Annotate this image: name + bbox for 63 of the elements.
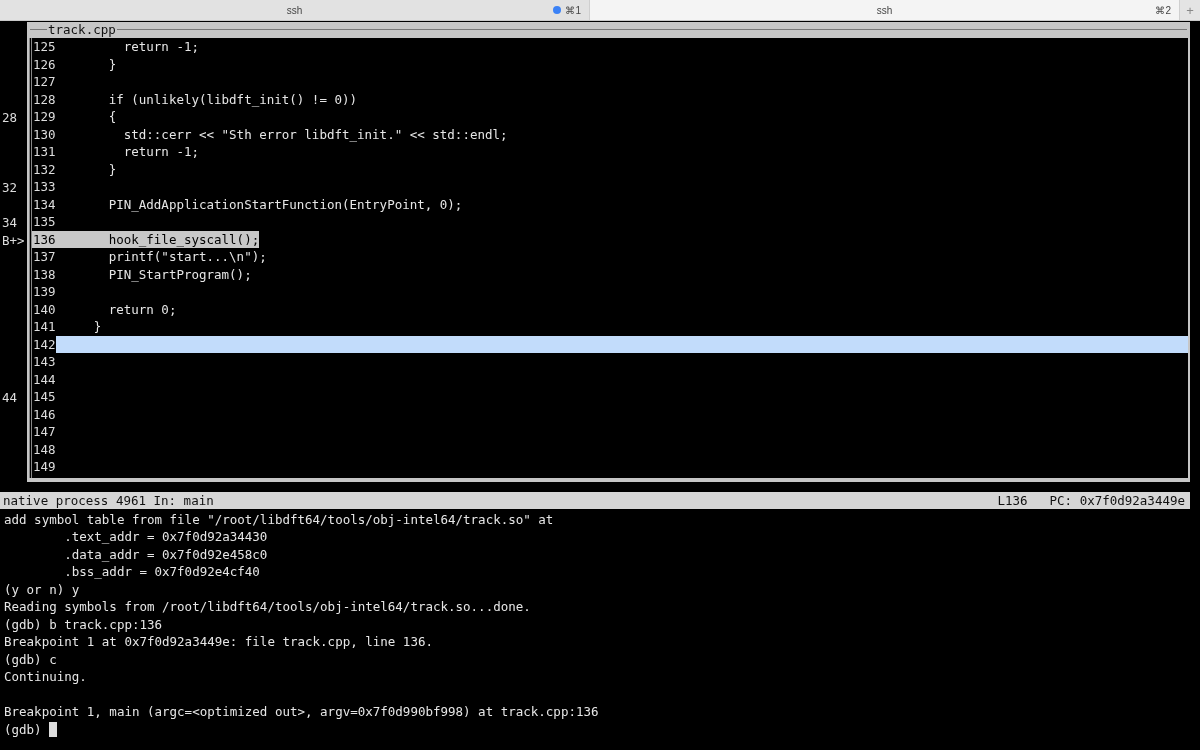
line-number: 146 xyxy=(32,405,56,423)
line-number: 145 xyxy=(32,388,56,406)
line-number: 131 xyxy=(32,143,56,161)
pc-address: PC: 0x7f0d92a3449e xyxy=(1049,492,1185,508)
source-file-title: track.cpp xyxy=(47,23,117,37)
gutter-marker: 32 xyxy=(2,180,18,195)
tab-shortcut: ⌘2 xyxy=(1155,4,1171,16)
process-status: native process 4961 In: main xyxy=(3,492,214,508)
line-number: 142 xyxy=(32,335,56,353)
line-number: 136 xyxy=(32,230,56,248)
console-line: .bss_addr = 0x7f0d92e4cf40 xyxy=(63,563,260,581)
line-number: 140 xyxy=(32,300,56,318)
gutter-marker: 34 xyxy=(2,215,18,230)
gutter-marker: 28 xyxy=(2,110,18,125)
code-line: hook_file_syscall(); xyxy=(107,230,260,248)
console-line: Breakpoint 1, main (argc=<optimized out>, argv=0x7f0d990bf998) at track.cpp:136 xyxy=(4,703,599,721)
console-line: Continuing. xyxy=(4,668,87,686)
line-number: 149 xyxy=(32,458,56,476)
console-line: (gdb) b track.cpp:136 xyxy=(4,615,163,633)
gutter-marker: 44 xyxy=(2,390,18,405)
code-line: { xyxy=(107,108,117,126)
line-number: 133 xyxy=(32,178,56,196)
line-number: 137 xyxy=(32,248,56,266)
line-number: 127 xyxy=(32,73,56,91)
line-number: 130 xyxy=(32,125,56,143)
code-line: return -1; xyxy=(122,38,199,56)
console-line: .data_addr = 0x7f0d92e458c0 xyxy=(63,545,268,563)
line-number: 135 xyxy=(32,213,56,231)
console-line: (y or n) y xyxy=(4,580,80,598)
line-number: 125 xyxy=(32,38,56,56)
line-indicator: L136 xyxy=(997,492,1028,508)
line-number: 144 xyxy=(32,370,56,388)
console-line: .text_addr = 0x7f0d92a34430 xyxy=(63,528,268,546)
code-line: } xyxy=(107,160,117,178)
line-number: 126 xyxy=(32,55,56,73)
line-number: 148 xyxy=(32,440,56,458)
code-line: } xyxy=(92,318,102,336)
code-line: return -1; xyxy=(122,143,199,161)
gutter-marker: B+> xyxy=(2,232,25,248)
line-number: 141 xyxy=(32,318,56,336)
line-number: 138 xyxy=(32,265,56,283)
tab-shortcut: ⌘1 xyxy=(565,4,581,16)
code-line: } xyxy=(107,55,117,73)
console-line: (gdb) c xyxy=(4,650,57,668)
code-line: printf("start...\n"); xyxy=(107,248,267,266)
line-number: 143 xyxy=(32,353,56,371)
console-line: add symbol table from file "/root/libdft64/tools/obj-intel64/track.so" at xyxy=(4,510,554,528)
line-number: 129 xyxy=(32,108,56,126)
terminal-tab[interactable]: ssh ⌘2 xyxy=(590,0,1180,20)
text-cursor xyxy=(48,721,57,737)
line-number: 128 xyxy=(32,90,56,108)
line-number: 134 xyxy=(32,195,56,213)
code-line: if (unlikely(libdft_init() != 0)) xyxy=(107,90,358,108)
code-line: return 0; xyxy=(107,300,177,318)
console-line: Reading symbols from /root/libdft64/tools/obj-intel64/track.so...done. xyxy=(4,598,531,616)
gdb-prompt: (gdb) xyxy=(4,720,42,738)
code-line: PIN_AddApplicationStartFunction(EntryPoint, 0); xyxy=(107,195,463,213)
code-line: PIN_StartProgram(); xyxy=(107,265,252,283)
code-line: std::cerr << "Sth error libdft_init." << std::endl; xyxy=(122,125,508,143)
line-number: 132 xyxy=(32,160,56,178)
line-number: 139 xyxy=(32,283,56,301)
line-number: 147 xyxy=(32,423,56,441)
console-line: Breakpoint 1 at 0x7f0d92a3449e: file track.cpp, line 136. xyxy=(4,633,433,651)
